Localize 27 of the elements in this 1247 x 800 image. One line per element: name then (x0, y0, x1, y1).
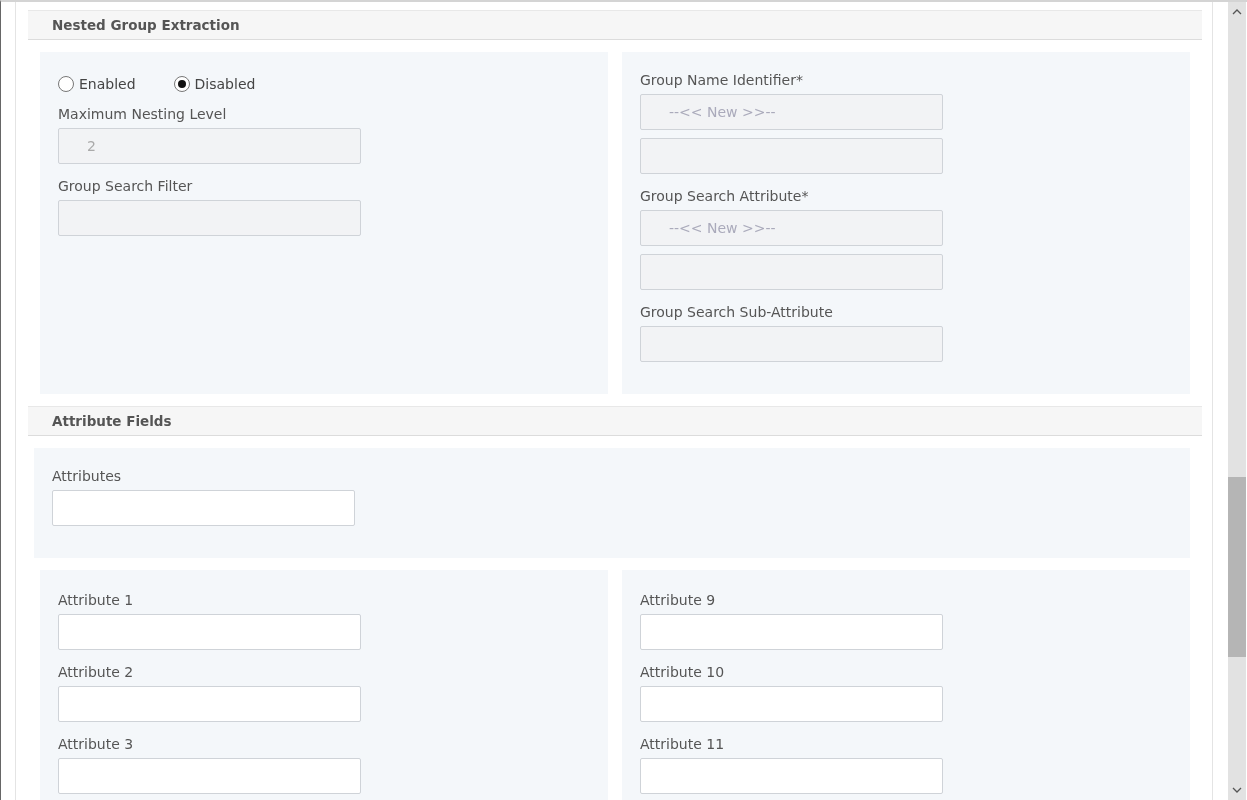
input-field[interactable] (640, 614, 943, 650)
field-label: Attribute 10 (640, 664, 726, 680)
radio-option[interactable]: Disabled (173, 76, 256, 92)
field-label: Attribute 9 (640, 592, 717, 608)
input-field[interactable] (640, 758, 943, 794)
field-label: Maximum Nesting Level (58, 106, 228, 122)
section-header: Attribute Fields (28, 406, 1202, 436)
field-label: Attribute 1 (58, 592, 135, 608)
field-label: Attribute 2 (58, 664, 135, 680)
field-label: Group Search Filter (58, 178, 194, 194)
input-field[interactable] (640, 686, 943, 722)
field-label: Attributes (52, 468, 123, 484)
radio-option[interactable]: Enabled (58, 76, 136, 92)
input-field[interactable] (58, 758, 361, 794)
field-label: Group Search Sub-Attribute (640, 304, 834, 320)
field-label: Attribute 11 (640, 736, 726, 752)
scrollbar-thumb[interactable] (1228, 477, 1246, 657)
field-label: Attribute 3 (58, 736, 135, 752)
field-label: Group Name Identifier* (640, 72, 804, 88)
section-header: Nested Group Extraction (28, 10, 1202, 40)
field-label: Group Search Attribute* (640, 188, 810, 204)
input-field[interactable] (58, 614, 361, 650)
input-field[interactable] (52, 490, 355, 526)
radio-icon[interactable] (173, 76, 190, 92)
scrollbar[interactable] (1228, 2, 1246, 800)
input-field[interactable] (58, 686, 361, 722)
radio-icon[interactable] (58, 76, 74, 92)
